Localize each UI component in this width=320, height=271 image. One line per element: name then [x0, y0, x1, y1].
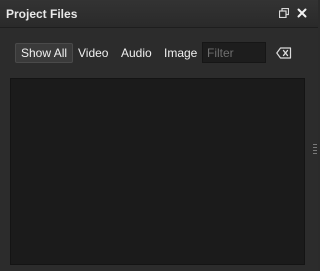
audio-filter-button[interactable]: Audio	[117, 43, 156, 63]
project-file-list[interactable]	[10, 78, 305, 265]
clear-input-icon	[276, 47, 292, 59]
clear-filter-button[interactable]	[276, 46, 292, 59]
project-files-panel: Project Files Show All Video Audio Image	[0, 0, 318, 271]
show-all-button[interactable]: Show All	[15, 43, 74, 63]
close-icon	[297, 8, 307, 18]
restore-button[interactable]	[278, 7, 290, 19]
grip-icon	[313, 144, 317, 154]
video-filter-button[interactable]: Video	[74, 43, 112, 63]
filter-search-input[interactable]	[202, 42, 266, 63]
title-bar[interactable]: Project Files	[0, 0, 318, 28]
close-button[interactable]	[296, 7, 308, 19]
panel-resize-grip[interactable]	[313, 143, 317, 157]
panel-title: Project Files	[6, 7, 78, 21]
filter-toolbar: Show All Video Audio Image	[0, 28, 318, 76]
image-filter-button[interactable]: Image	[160, 43, 201, 63]
restore-icon	[279, 8, 289, 18]
